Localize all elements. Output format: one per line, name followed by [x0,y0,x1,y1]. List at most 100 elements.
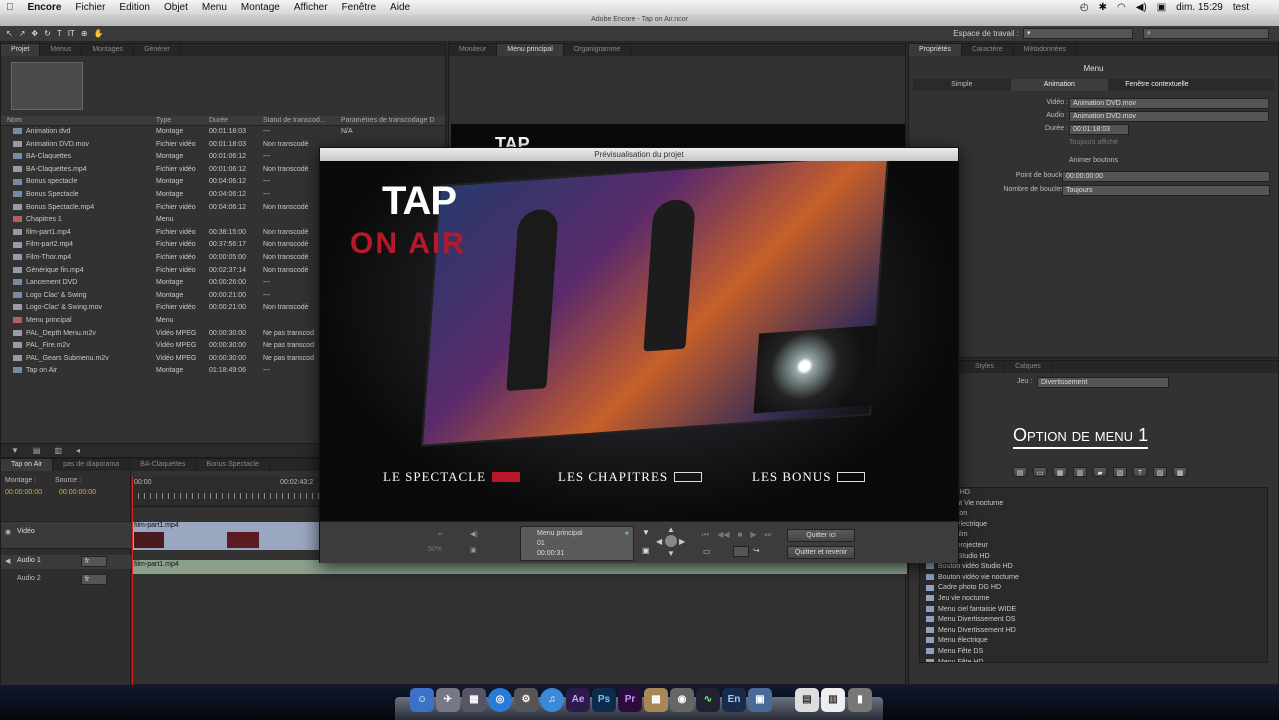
workspace-dropdown[interactable]: ▾ [1023,28,1133,39]
play-icon[interactable]: ▶ [750,530,756,540]
tab-calques[interactable]: Calques [1005,361,1052,373]
vertical-text-tool-icon[interactable]: IT [68,29,75,38]
filter-text-icon[interactable]: T [1133,467,1147,477]
after-effects-icon[interactable]: Ae [566,688,590,712]
style-item[interactable]: vidéo électrique [920,520,1267,531]
new-item-icon[interactable]: ▤ [33,446,41,455]
btn-les-chapitres[interactable]: LES CHAPITRES [558,469,703,485]
prev-chapter-icon[interactable]: ⇤ [438,530,444,538]
style-item[interactable]: Menu Fête HD [920,658,1267,662]
dpad-left-icon[interactable]: ◀ [656,537,662,546]
tab-menus[interactable]: Menus [40,44,83,56]
finder-icon[interactable]: ☺ [410,688,434,712]
zoom-level[interactable]: 50% [428,546,442,553]
subtab-simple[interactable]: Simple [913,79,1011,91]
filter-photos-icon[interactable]: ▩ [1173,467,1187,477]
source-timecode[interactable]: 00:00:00:00 [59,489,96,496]
filter-buttons-icon[interactable]: ▭ [1033,467,1047,477]
subtab-animation[interactable]: Animation [1010,79,1109,91]
style-item[interactable]: Survant Vie nocturne [920,499,1267,510]
stop-icon[interactable]: ■ [738,530,743,540]
style-item[interactable]: Menu Divertissement DS [920,615,1267,626]
style-item[interactable]: Menu ciel fantaisie WIDE [920,605,1267,616]
move-tool-icon[interactable]: ✥ [31,29,38,38]
launchpad-icon[interactable]: ✈ [436,688,460,712]
audio-field[interactable]: Animation DVD.mov [1069,111,1269,122]
menu-app[interactable]: Encore [28,2,62,13]
filter-menus-icon[interactable]: ▥ [1073,467,1087,477]
loop-count-dropdown[interactable]: Toujours [1062,185,1270,196]
filter-layers-icon[interactable]: ▨ [1153,467,1167,477]
tab-montages[interactable]: Montages [82,44,135,56]
menu-menu[interactable]: Menu [202,2,227,13]
eye-icon[interactable]: ◉ [5,528,11,536]
filter-folders-icon[interactable]: ▰ [1093,467,1107,477]
volume-icon[interactable]: ◀) [1136,2,1147,13]
menu-fichier[interactable]: Fichier [75,2,105,13]
montage-timecode[interactable]: 00:00:00:00 [5,489,42,496]
chapter-number-field[interactable] [733,546,749,557]
btn-le-spectacle[interactable]: LE SPECTACLE [383,469,521,485]
tab-bonus-spectacle[interactable]: Bonus Spectacle [196,459,270,471]
style-item[interactable]: Vidéo Studio HD [920,552,1267,563]
apple-icon[interactable]:  [6,2,14,13]
animate-buttons-checkbox[interactable]: Animer boutons [1069,157,1118,164]
user-name[interactable]: test [1233,2,1249,13]
tab-caractere[interactable]: Caractère [962,44,1014,56]
trash-dock-icon[interactable]: ▮ [848,688,872,712]
mission-control-icon[interactable]: ▦ [462,688,486,712]
photoshop-icon[interactable]: Ps [592,688,616,712]
volume-ctrl-icon[interactable]: ◀) [470,530,478,538]
bluetooth-icon[interactable]: ✱ [1099,2,1107,13]
quit-return-button[interactable]: Quitter et revenir [787,546,855,559]
dpad-down-icon[interactable]: ▼ [667,549,675,558]
selection-tool-icon[interactable]: ↖ [6,29,13,38]
tab-pas-de-diaporama[interactable]: pas de diaporama [53,459,131,471]
wifi-icon[interactable]: ◠ [1117,2,1126,13]
col-type[interactable]: Type [156,117,171,124]
style-item[interactable]: Bouton vidéo vie nocturne [920,573,1267,584]
filter-shapes-icon[interactable]: ▧ [1113,467,1127,477]
tab-ba-claquettes[interactable]: BA-Claquettes [130,459,197,471]
screen-capture-icon[interactable]: ▣ [748,688,772,712]
duration-field[interactable]: 00:01:18:03 [1069,124,1129,135]
photo-icon[interactable]: ▩ [644,688,668,712]
col-params[interactable]: Paramètres de transcodage D [341,117,434,124]
hand-tool-icon[interactable]: ✋ [94,29,104,38]
video-clip[interactable]: film-part1.mp4 [132,522,322,550]
style-item[interactable]: Menu Fête DS [920,647,1267,658]
rewind-icon[interactable]: ◀◀ [717,530,729,540]
video-track-header[interactable]: ◉ Vidéo [1,521,131,549]
project-row[interactable]: Animation dvd Montage 00:01:18:03 --- N/A [1,126,445,139]
style-item[interactable]: Bouton vidéo Studio HD [920,562,1267,573]
audio1-track-header[interactable]: ◀ Audio 1 fr [1,555,131,569]
loop-point-field[interactable]: 00:00:00:00 [1062,171,1270,182]
search-field[interactable]: ⌕ [1143,28,1269,39]
tab-organigramme[interactable]: Organigramme [564,44,632,56]
tab-projet[interactable]: Projet [1,44,41,56]
scroll-left-icon[interactable]: ◂ [76,446,80,455]
tab-generer[interactable]: Générer [134,44,181,56]
style-item[interactable]: Studio HD [920,488,1267,499]
menu-montage[interactable]: Montage [241,2,280,13]
execute-icon[interactable]: ↪ [753,546,760,555]
btn-les-bonus[interactable]: LES BONUS [752,469,866,485]
itunes-icon[interactable]: ♫ [540,688,564,712]
menu-fenetre[interactable]: Fenêtre [342,2,376,13]
style-item[interactable]: vidéo projecteur [920,541,1267,552]
col-statut[interactable]: Statut de transcod... [263,117,326,124]
set-dropdown[interactable]: Divertissement [1037,377,1169,388]
rotate-tool-icon[interactable]: ↻ [44,29,51,38]
filter-all-icon[interactable]: ▤ [1013,467,1027,477]
menu-edition[interactable]: Edition [119,2,150,13]
speaker-icon[interactable]: ◀ [5,557,10,565]
audio1-lang[interactable]: fr [81,556,107,567]
quit-here-button[interactable]: Quitter ici [787,529,855,542]
always-shown-checkbox[interactable]: Toujours affiché [1069,139,1118,146]
style-item[interactable]: télévision [920,509,1267,520]
tab-tap-on-air[interactable]: Tap on Air [1,459,54,471]
tab-proprietes[interactable]: Propriétés [909,44,962,56]
menu-objet[interactable]: Objet [164,2,188,13]
tab-moniteur[interactable]: Moniteur [449,44,498,56]
video-field[interactable]: Animation DVD.mov [1069,98,1269,109]
